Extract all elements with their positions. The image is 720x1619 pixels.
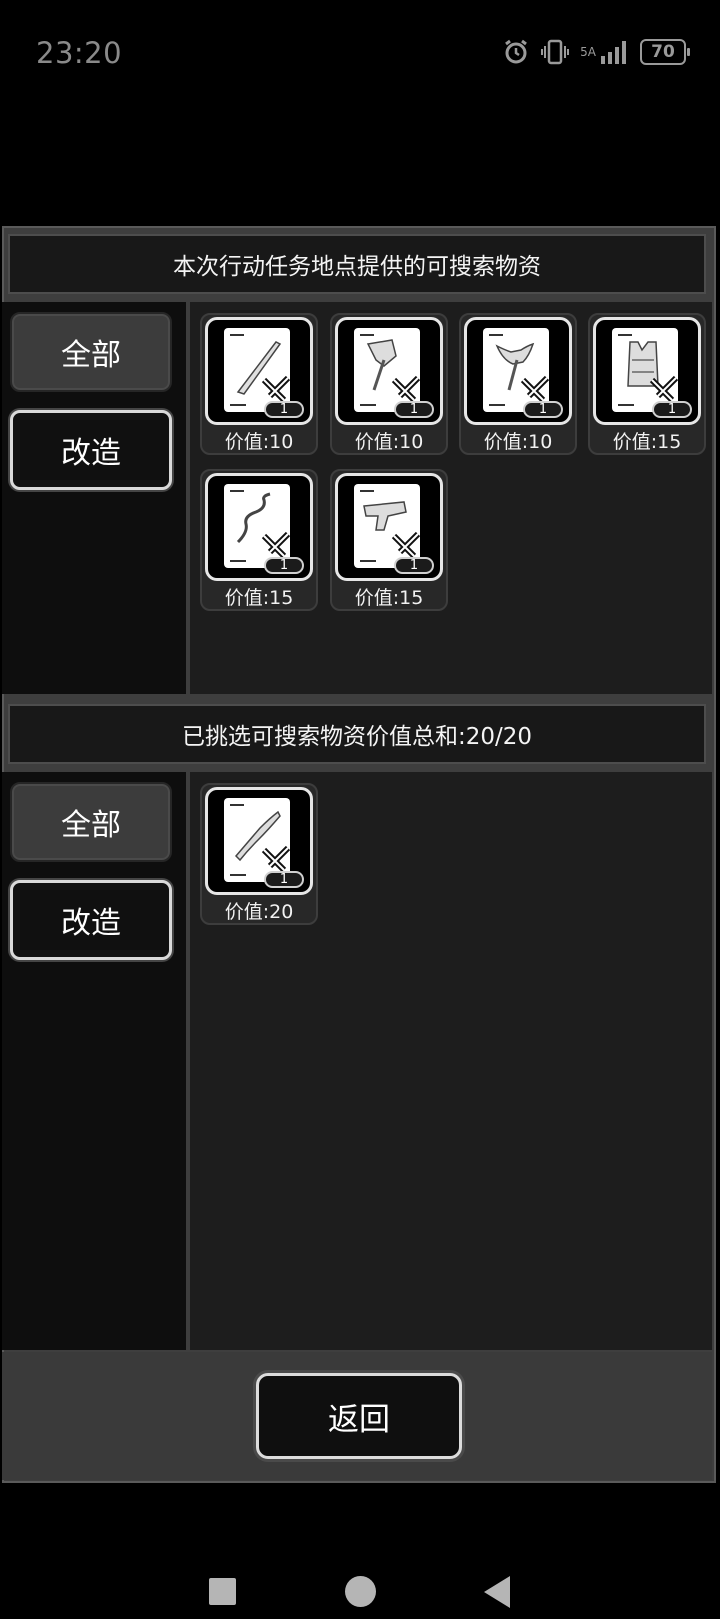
selected-item-sword[interactable]: 1 价值:20 [200,783,318,925]
available-tab-all[interactable]: 全部 [10,312,172,392]
status-time: 23:20 [36,36,123,70]
quantity-badge: 1 [264,557,304,574]
network-type-label: 5A [580,45,596,59]
status-icons: 5A 70 [502,38,690,66]
home-circle-icon[interactable] [345,1576,376,1607]
quantity-badge: 1 [264,401,304,418]
battery-level: 70 [651,42,675,62]
return-button[interactable]: 返回 [256,1373,462,1459]
axe-blueprint-icon: 1 [335,317,443,425]
quantity-badge: 1 [652,401,692,418]
available-tab-modify[interactable]: 改造 [10,410,172,490]
available-item-double-axe[interactable]: 1 价值:10 [459,313,577,455]
system-nav-bar [0,1560,720,1619]
status-bar: 23:20 5A 70 [0,0,720,110]
quantity-badge: 1 [523,401,563,418]
quantity-badge: 1 [394,557,434,574]
item-value-label: 价值:10 [483,431,553,453]
item-value-label: 价值:20 [224,901,294,923]
vibrate-icon [540,38,570,66]
quantity-badge: 1 [394,401,434,418]
available-item-gun[interactable]: 1 价值:15 [330,469,448,611]
item-value-label: 价值:15 [224,587,294,609]
quantity-badge: 1 [264,871,304,888]
item-value-label: 价值:15 [612,431,682,453]
selected-section-title: 已挑选可搜索物资价值总和:20/20 [8,704,706,764]
sword-blueprint-icon: 1 [205,787,313,895]
item-value-label: 价值:10 [354,431,424,453]
vest-blueprint-icon: 1 [593,317,701,425]
available-item-axe[interactable]: 1 价值:10 [330,313,448,455]
whip-blueprint-icon: 1 [205,473,313,581]
signal-icon [600,38,630,66]
blade-blueprint-icon: 1 [205,317,313,425]
available-item-whip[interactable]: 1 价值:15 [200,469,318,611]
alarm-icon [502,38,530,66]
available-section-title: 本次行动任务地点提供的可搜索物资 [8,234,706,294]
item-value-label: 价值:15 [354,587,424,609]
item-value-label: 价值:10 [224,431,294,453]
battery-icon: 70 [640,39,690,65]
double-axe-blueprint-icon: 1 [464,317,572,425]
available-item-vest[interactable]: 1 价值:15 [588,313,706,455]
back-triangle-icon[interactable] [484,1576,510,1608]
selected-tab-all[interactable]: 全部 [10,782,172,862]
gun-blueprint-icon: 1 [335,473,443,581]
selected-tab-modify[interactable]: 改造 [10,880,172,960]
recents-square-icon[interactable] [209,1578,236,1605]
available-item-blade[interactable]: 1 价值:10 [200,313,318,455]
